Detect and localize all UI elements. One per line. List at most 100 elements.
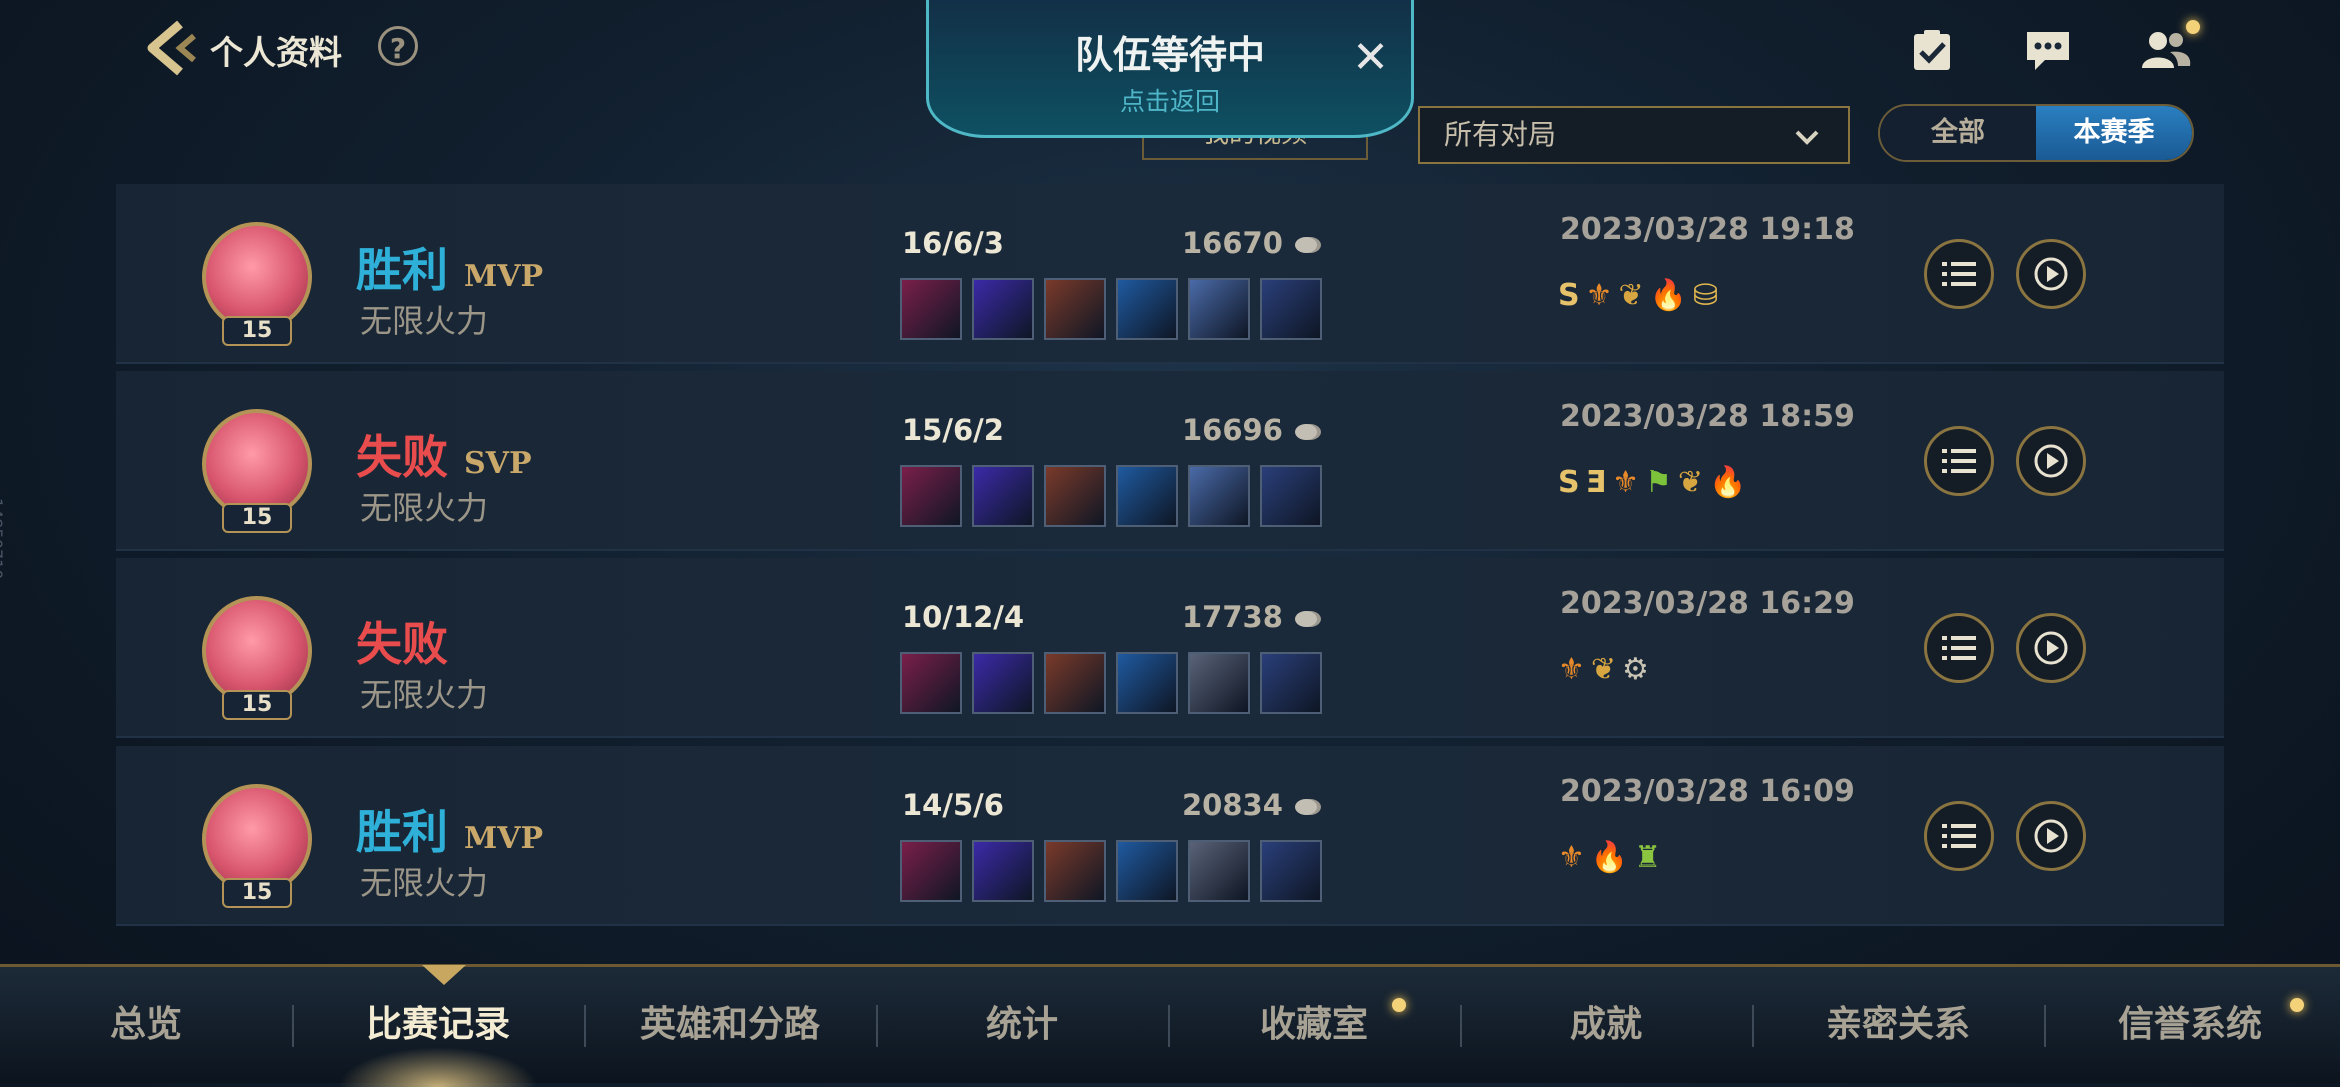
kda: 16/6/3 xyxy=(902,226,1004,260)
item-icon[interactable] xyxy=(1044,840,1106,902)
game-mode: 无限火力 xyxy=(360,489,489,527)
gold-amount: 16696 xyxy=(1182,413,1323,447)
level-badge: 15 xyxy=(222,878,292,908)
gold-coin-icon xyxy=(1295,799,1322,815)
gold-value: 16696 xyxy=(1182,413,1283,447)
season-toggle[interactable]: 全部 本赛季 xyxy=(1878,104,2194,162)
item-icon[interactable] xyxy=(1260,840,1322,902)
level-badge: 15 xyxy=(222,690,292,720)
item-icon[interactable] xyxy=(1044,465,1106,527)
achievement-icon: ⚜ xyxy=(1558,652,1585,687)
nav-tab[interactable]: 统计 xyxy=(876,967,1168,1083)
item-icon[interactable] xyxy=(972,465,1034,527)
nav-tab[interactable]: 信誉系统 xyxy=(2044,967,2336,1083)
friends-icon[interactable] xyxy=(2138,22,2194,78)
item-icon[interactable] xyxy=(900,652,962,714)
detail-button[interactable] xyxy=(1924,426,1994,496)
checklist-icon[interactable] xyxy=(1904,22,1960,78)
match-date: 2023/03/28 16:29 xyxy=(1560,586,1855,621)
item-list xyxy=(900,652,1322,714)
chevron-down-icon xyxy=(1795,130,1819,145)
performance-badge: SVP xyxy=(464,446,532,481)
match-date: 2023/03/28 19:18 xyxy=(1560,212,1855,247)
replay-button[interactable] xyxy=(2016,239,2086,309)
match-filter-dropdown[interactable]: 所有对局 xyxy=(1418,106,1850,164)
replay-button[interactable] xyxy=(2016,613,2086,683)
achievement-icon: S xyxy=(1558,465,1580,500)
item-icon[interactable] xyxy=(1116,278,1178,340)
gold-amount: 16670 xyxy=(1182,226,1323,260)
achievement-icon: S xyxy=(1558,278,1580,313)
nav-divider xyxy=(1752,1005,1754,1047)
item-icon[interactable] xyxy=(1116,840,1178,902)
nav-tab[interactable]: 比赛记录 xyxy=(292,967,584,1083)
achievement-icon: ⚑ xyxy=(1645,465,1672,500)
level-badge: 15 xyxy=(222,503,292,533)
play-icon xyxy=(2034,444,2068,478)
game-mode: 无限火力 xyxy=(360,676,489,714)
item-icon[interactable] xyxy=(1116,465,1178,527)
performance-badge: MVP xyxy=(464,259,544,294)
match-row[interactable]: 15 胜利 MVP 无限火力 14/5/6 20834 2023/03/28 1… xyxy=(116,746,2224,926)
achievement-list: ⚜ 🔥 ♜ xyxy=(1558,840,1661,875)
gold-value: 20834 xyxy=(1182,788,1283,822)
kda: 14/5/6 xyxy=(902,788,1004,822)
detail-button[interactable] xyxy=(1924,239,1994,309)
notification-dot xyxy=(1392,998,1406,1012)
match-row[interactable]: 15 胜利 MVP 无限火力 16/6/3 16670 2023/03/28 1… xyxy=(116,184,2224,364)
item-icon[interactable] xyxy=(972,840,1034,902)
item-icon[interactable] xyxy=(900,465,962,527)
nav-divider xyxy=(2044,1005,2046,1047)
play-icon xyxy=(2034,819,2068,853)
team-waiting-return[interactable]: 点击返回 xyxy=(929,82,1411,118)
item-icon[interactable] xyxy=(972,652,1034,714)
item-icon[interactable] xyxy=(900,840,962,902)
match-row[interactable]: 15 失败 无限火力 10/12/4 17738 2023/03/28 16:2… xyxy=(116,558,2224,738)
chat-icon[interactable] xyxy=(2020,22,2076,78)
gold-value: 16670 xyxy=(1182,226,1283,260)
gold-coin-icon xyxy=(1295,611,1322,627)
help-button[interactable]: ? xyxy=(378,26,418,66)
item-icon[interactable] xyxy=(1044,278,1106,340)
segment-all[interactable]: 全部 xyxy=(1880,106,2036,160)
gold-amount: 17738 xyxy=(1182,600,1323,634)
item-icon[interactable] xyxy=(1260,278,1322,340)
play-icon xyxy=(2034,631,2068,665)
game-mode: 无限火力 xyxy=(360,864,489,902)
nav-tab[interactable]: 总览 xyxy=(0,967,292,1083)
nav-tab[interactable]: 成就 xyxy=(1460,967,1752,1083)
achievement-icon: ❦ xyxy=(1677,465,1704,500)
item-icon[interactable] xyxy=(1116,652,1178,714)
nav-tab[interactable]: 亲密关系 xyxy=(1752,967,2044,1083)
item-icon[interactable] xyxy=(900,278,962,340)
achievement-icon: 🔥 xyxy=(1649,278,1688,313)
achievement-icon: ❦ xyxy=(1618,278,1644,313)
item-icon[interactable] xyxy=(1188,840,1250,902)
result-text: 胜利 xyxy=(356,805,448,859)
nav-tab[interactable]: 收藏室 xyxy=(1168,967,1460,1083)
item-icon[interactable] xyxy=(1260,465,1322,527)
item-icon[interactable] xyxy=(972,278,1034,340)
detail-button[interactable] xyxy=(1924,613,1994,683)
item-icon[interactable] xyxy=(1260,652,1322,714)
list-icon xyxy=(1942,636,1976,660)
achievement-icon: ⚜ xyxy=(1585,278,1613,313)
kda: 15/6/2 xyxy=(902,413,1004,447)
item-icon[interactable] xyxy=(1188,652,1250,714)
result-text: 胜利 xyxy=(356,243,448,297)
close-icon[interactable]: ✕ xyxy=(1352,32,1389,83)
replay-button[interactable] xyxy=(2016,801,2086,871)
team-waiting-popup[interactable]: 队伍等待中 点击返回 ✕ xyxy=(926,0,1414,138)
item-icon[interactable] xyxy=(1188,465,1250,527)
detail-button[interactable] xyxy=(1924,801,1994,871)
match-row[interactable]: 15 失败 SVP 无限火力 15/6/2 16696 2023/03/28 1… xyxy=(116,371,2224,551)
item-icon[interactable] xyxy=(1188,278,1250,340)
back-arrow-icon[interactable] xyxy=(140,18,196,78)
achievement-icon: ⚜ xyxy=(1558,840,1585,875)
achievement-list: S ⚜ ❦ 🔥 ⛁ xyxy=(1558,278,1718,313)
nav-tab[interactable]: 英雄和分路 xyxy=(584,967,876,1083)
gold-amount: 20834 xyxy=(1182,788,1323,822)
item-icon[interactable] xyxy=(1044,652,1106,714)
replay-button[interactable] xyxy=(2016,426,2086,496)
segment-season[interactable]: 本赛季 xyxy=(2036,106,2192,160)
